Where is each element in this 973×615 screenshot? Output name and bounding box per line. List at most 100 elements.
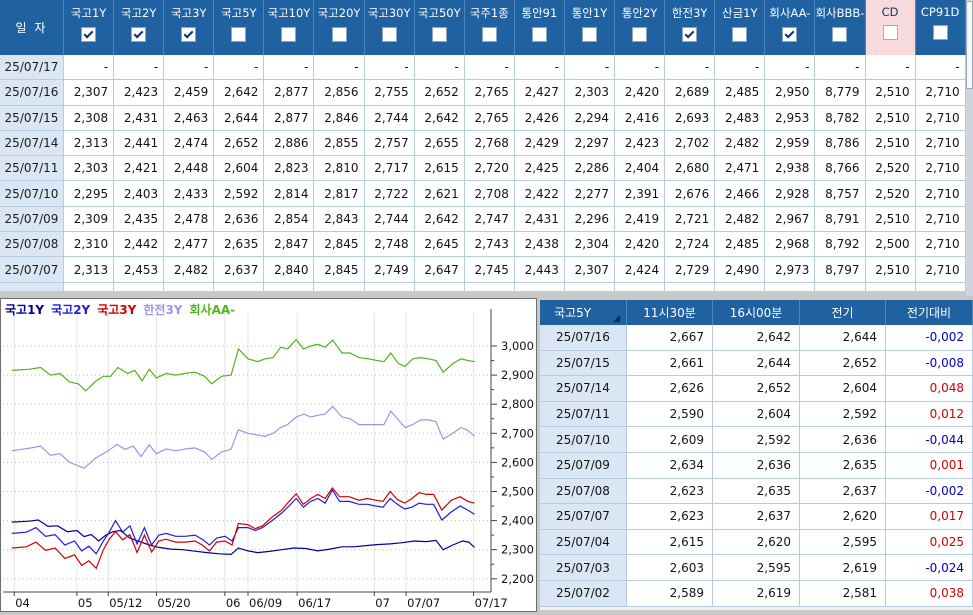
value-cell bbox=[264, 282, 315, 291]
column-checkbox[interactable] bbox=[882, 25, 898, 40]
quote-value-cell: 2,590 bbox=[627, 401, 713, 427]
column-header[interactable]: 통안2Y bbox=[615, 0, 666, 55]
column-header[interactable]: 국고2Y bbox=[114, 0, 165, 55]
legend-item: 국고3Y bbox=[97, 303, 137, 317]
quote-value-cell: 2,595 bbox=[800, 529, 886, 555]
column-header[interactable]: 국고1Y bbox=[64, 0, 115, 55]
quote-row: 25/07/11 2,590 2,604 2,592 0,012 bbox=[540, 401, 973, 428]
column-header[interactable]: 국주1종 bbox=[465, 0, 515, 55]
column-checkbox[interactable] bbox=[531, 27, 547, 42]
value-cell: 2,645 bbox=[415, 232, 465, 257]
column-checkbox[interactable] bbox=[632, 27, 648, 42]
value-cell: 2,478 bbox=[164, 206, 215, 232]
quote-series-header[interactable]: 국고5Y bbox=[540, 300, 627, 325]
column-header[interactable]: CD bbox=[865, 0, 916, 55]
quote-column-header[interactable]: 11시30분 bbox=[627, 300, 713, 325]
column-checkbox[interactable] bbox=[381, 27, 397, 42]
y-tick-label: 2,800 bbox=[501, 397, 534, 411]
value-cell bbox=[465, 282, 515, 291]
column-header[interactable]: 국고5Y bbox=[214, 0, 265, 55]
quote-row: 25/07/03 2,603 2,595 2,619 -0,024 bbox=[540, 555, 973, 581]
yield-history-table: 일 자 국고1Y 국고2Y 국고3Y 국고5Y 국고10Y 국고20Y 국고30Y 국고50Y… bbox=[0, 0, 966, 291]
column-checkbox[interactable] bbox=[581, 27, 597, 42]
quote-value-cell: 2,620 bbox=[713, 529, 800, 555]
value-cell: 2,843 bbox=[314, 206, 365, 232]
value-cell bbox=[515, 282, 565, 291]
value-cell bbox=[866, 282, 916, 291]
column-header[interactable]: 국고3Y bbox=[164, 0, 215, 55]
value-cell: 2,604 bbox=[214, 156, 265, 181]
column-checkbox[interactable] bbox=[481, 27, 497, 42]
value-cell: 2,680 bbox=[665, 156, 716, 181]
quote-column-header[interactable]: 전기대비 bbox=[886, 300, 973, 325]
x-tick-label: 05/12 bbox=[109, 596, 142, 610]
value-cell: 2,303 bbox=[565, 80, 616, 105]
column-checkbox[interactable] bbox=[732, 27, 748, 42]
column-header-label: CP91D bbox=[920, 5, 960, 19]
date-cell: 25/07/10 bbox=[0, 181, 64, 206]
value-cell: 2,710 bbox=[916, 206, 966, 232]
column-checkbox[interactable] bbox=[431, 27, 447, 42]
value-cell: - bbox=[114, 55, 165, 80]
column-header[interactable]: 국고10Y bbox=[264, 0, 315, 55]
column-checkbox[interactable] bbox=[281, 27, 297, 42]
table-row: 25/07/17- - - - - - - - - - - - - - - - - - bbox=[0, 55, 966, 81]
value-cell: 2,636 bbox=[214, 206, 265, 232]
value-cell: - bbox=[214, 55, 265, 80]
column-checkbox[interactable] bbox=[181, 27, 197, 42]
column-checkbox[interactable] bbox=[81, 27, 97, 42]
column-checkbox[interactable] bbox=[782, 27, 798, 42]
value-cell: 2,483 bbox=[715, 105, 766, 130]
column-checkbox[interactable] bbox=[231, 27, 247, 42]
value-cell: 2,652 bbox=[415, 80, 465, 105]
column-checkbox[interactable] bbox=[331, 27, 347, 42]
scrollbar-thumb[interactable] bbox=[966, 1, 973, 89]
table-row: 25/07/08 2,310 2,442 2,477 2,635 2,847 2,845 2,… bbox=[0, 232, 966, 258]
value-cell: 2,928 bbox=[765, 181, 816, 206]
value-cell: 2,840 bbox=[264, 257, 315, 282]
value-cell: 2,443 bbox=[515, 257, 565, 282]
quote-value-cell: 2,667 bbox=[627, 325, 713, 350]
value-cell: 2,424 bbox=[615, 257, 666, 282]
value-cell: 2,510 bbox=[866, 80, 916, 105]
column-checkbox[interactable] bbox=[832, 27, 848, 42]
quote-diff-cell: 0,001 bbox=[886, 452, 973, 478]
value-cell: 2,748 bbox=[365, 232, 415, 257]
column-header[interactable]: 회사AA- bbox=[765, 0, 816, 55]
column-header[interactable]: 통안1Y bbox=[565, 0, 616, 55]
column-header[interactable]: 회사BBB- bbox=[815, 0, 866, 55]
value-cell: 2,459 bbox=[164, 80, 215, 105]
value-cell: 2,303 bbox=[64, 156, 115, 181]
value-cell: 2,510 bbox=[866, 206, 916, 232]
quote-column-header[interactable]: 16시00분 bbox=[713, 300, 800, 325]
column-header[interactable]: CP91D bbox=[916, 0, 966, 55]
quote-diff-cell: 0,048 bbox=[886, 376, 973, 401]
vertical-scrollbar[interactable] bbox=[966, 0, 973, 296]
value-cell: 2,485 bbox=[715, 80, 766, 105]
quote-value-cell: 2,636 bbox=[800, 427, 886, 452]
value-cell bbox=[615, 282, 666, 291]
quote-column-header[interactable]: 전기 bbox=[800, 300, 886, 325]
value-cell: 2,676 bbox=[665, 181, 716, 206]
column-checkbox[interactable] bbox=[131, 27, 147, 42]
column-checkbox[interactable] bbox=[932, 25, 948, 40]
value-cell: 2,419 bbox=[615, 206, 666, 232]
quote-date-cell: 25/07/04 bbox=[540, 529, 627, 555]
column-header[interactable]: 한전3Y bbox=[665, 0, 716, 55]
value-cell bbox=[815, 282, 866, 291]
column-header[interactable]: 국고20Y bbox=[314, 0, 365, 55]
value-cell: 2,635 bbox=[214, 232, 265, 257]
column-header[interactable]: 산금1Y bbox=[715, 0, 766, 55]
column-header-label: 통안1Y bbox=[571, 6, 608, 20]
column-header[interactable]: 국고50Y bbox=[415, 0, 465, 55]
column-checkbox[interactable] bbox=[682, 27, 698, 42]
column-header[interactable]: 국고30Y bbox=[365, 0, 415, 55]
value-cell bbox=[314, 282, 365, 291]
column-header[interactable]: 통안91 bbox=[515, 0, 565, 55]
value-cell: 2,423 bbox=[114, 80, 165, 105]
column-header-label: 회사AA- bbox=[769, 6, 811, 20]
value-cell: 2,429 bbox=[515, 130, 565, 156]
quote-value-cell: 2,604 bbox=[800, 376, 886, 401]
value-cell: 2,724 bbox=[665, 232, 716, 257]
y-tick-label: 2,900 bbox=[501, 368, 534, 382]
